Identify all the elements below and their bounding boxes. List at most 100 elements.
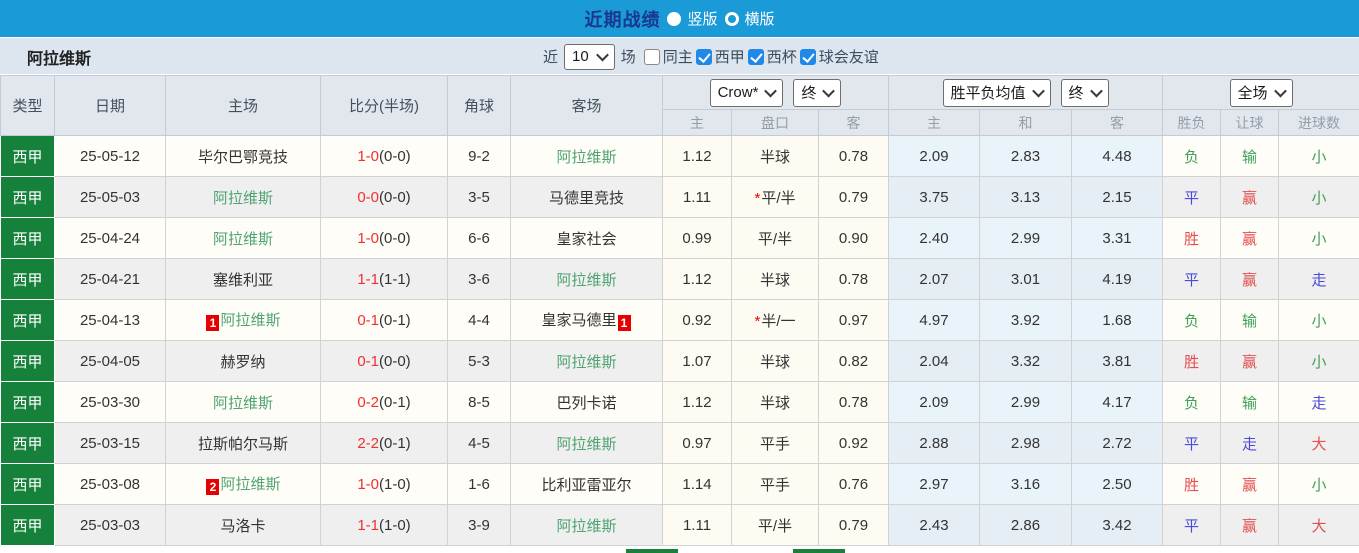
odds-stage-select[interactable]: 终	[793, 78, 842, 107]
team-name-text: 巴列卡诺	[556, 394, 617, 412]
outcome-text: 胜	[1184, 476, 1200, 494]
results-body: 西甲 25-05-12 毕尔巴鄂竞技 1-0(0-0) 9-2 阿拉维斯 1.12 半球 0.7…	[0, 135, 1359, 546]
avg-odds-header-group: 胜平负均值 终	[888, 75, 1164, 110]
avg-home-cell: 2.04	[888, 340, 981, 382]
filter-checkbox-西杯[interactable]	[747, 48, 764, 65]
period-select[interactable]: 全场	[1229, 78, 1293, 107]
asian-odds-header-group: Crow* 终	[661, 75, 890, 110]
league-label: 西甲	[12, 353, 43, 371]
team-name-text: 阿拉维斯	[556, 148, 617, 166]
odds-away-cell: 0.90	[817, 217, 890, 259]
partial-button-sliver[interactable]	[793, 549, 845, 553]
filter-checkbox-西甲[interactable]	[695, 48, 712, 65]
halftime-score: (0-1)	[379, 311, 411, 329]
odds-home-cell: 1.14	[662, 463, 732, 505]
chevron-down-icon	[1089, 84, 1103, 98]
odds-home-cell: 0.99	[662, 217, 732, 259]
filter-checkbox-同主[interactable]	[643, 48, 660, 65]
odds-source-value: Crow*	[717, 84, 759, 101]
league-cell: 西甲	[0, 504, 55, 546]
halftime-score: (1-0)	[379, 516, 411, 534]
outcome-cell: 平	[1162, 258, 1222, 300]
avg-away-cell: 4.19	[1071, 258, 1164, 300]
avg-draw-cell: 3.16	[979, 463, 1073, 505]
filter-checkbox-label: 西杯	[766, 49, 797, 66]
avg-draw-cell: 3.01	[979, 258, 1073, 300]
table-row: 西甲 25-05-03 阿拉维斯 0-0(0-0) 3-5 马德里竞技 1.11 *平/半 0.…	[0, 176, 1359, 218]
fulltime-score: 1-1	[357, 516, 379, 534]
team-name-text: 阿拉维斯	[212, 230, 273, 248]
partial-button-sliver[interactable]	[626, 549, 678, 553]
date-cell: 25-03-15	[54, 422, 166, 464]
col-header-away: 客场	[510, 75, 663, 136]
avg-stage-select[interactable]: 终	[1060, 78, 1109, 107]
topbar: 近期战绩 竖版 横版	[0, 0, 1359, 38]
team-name-text: 赫罗纳	[220, 353, 266, 371]
recent-count-select[interactable]: 10	[564, 43, 615, 70]
handicap-result-text: 走	[1242, 435, 1258, 453]
league-label: 西甲	[12, 312, 43, 330]
team-name-text: 阿拉维斯	[220, 312, 281, 329]
red-card-badge: 1	[617, 315, 631, 331]
date-cell: 25-03-03	[54, 504, 166, 546]
filter-checkbox-球会友谊[interactable]	[799, 48, 816, 65]
avg-home-cell: 2.88	[888, 422, 981, 464]
league-label: 西甲	[12, 148, 43, 166]
odds-away-cell: 0.79	[817, 504, 890, 546]
avg-stage-value: 终	[1068, 85, 1084, 102]
goals-result-cell: 小	[1278, 135, 1359, 177]
league-label: 西甲	[12, 189, 43, 207]
handicap-result-text: 赢	[1242, 353, 1258, 371]
date-cell: 25-04-21	[54, 258, 166, 300]
outcome-text: 负	[1184, 312, 1200, 330]
fulltime-score: 0-1	[357, 352, 379, 370]
filter-group: 近 10 场 同主 西甲 西杯 球会友谊	[543, 38, 879, 75]
date-cell: 25-03-30	[54, 381, 166, 423]
date-cell: 25-05-12	[54, 135, 166, 177]
home-team-cell: 马洛卡	[165, 504, 321, 546]
filter-checkboxes: 同主 西甲 西杯 球会友谊	[643, 46, 879, 67]
league-label: 西甲	[12, 517, 43, 535]
date-cell: 25-03-08	[54, 463, 166, 505]
avg-odds-select[interactable]: 胜平负均值	[942, 78, 1051, 107]
date-cell: 25-05-03	[54, 176, 166, 218]
fulltime-score: 1-1	[357, 270, 379, 288]
halftime-score: (0-0)	[379, 229, 411, 247]
avg-home-cell: 2.09	[888, 381, 981, 423]
league-cell: 西甲	[0, 135, 55, 177]
goals-result-cell: 大	[1278, 504, 1359, 546]
score-cell: 1-0(0-0)	[320, 135, 448, 177]
league-cell: 西甲	[0, 217, 55, 259]
layout-radio-horizontal[interactable]: 横版	[724, 8, 775, 29]
odds-home-cell: 1.11	[662, 504, 732, 546]
chevron-down-icon	[764, 84, 778, 98]
handicap-result-text: 赢	[1242, 476, 1258, 494]
fulltime-score: 1-0	[357, 229, 379, 247]
radio-unselected-icon	[724, 11, 739, 26]
team-name-text: 毕尔巴鄂竞技	[197, 148, 288, 166]
away-team-cell: 阿拉维斯	[510, 340, 663, 382]
handicap-result-cell: 赢	[1220, 176, 1280, 218]
halftime-score: (0-1)	[379, 393, 411, 411]
avg-away-cell: 3.42	[1071, 504, 1164, 546]
recent-label: 近	[543, 49, 559, 66]
halftime-score: (1-0)	[379, 475, 411, 493]
goals-result-text: 小	[1311, 353, 1327, 371]
handicap-cell: 平/半	[731, 504, 819, 546]
score-cell: 0-1(0-1)	[320, 299, 448, 341]
layout-radio-vertical[interactable]: 竖版	[667, 8, 718, 29]
outcome-text: 胜	[1184, 353, 1200, 371]
goals-result-text: 小	[1311, 189, 1327, 207]
away-team-cell: 阿拉维斯	[510, 504, 663, 546]
handicap-cell: *平/半	[731, 176, 819, 218]
table-row: 西甲 25-04-05 赫罗纳 0-1(0-0) 5-3 阿拉维斯 1.07 半球 0.82 2.…	[0, 340, 1359, 382]
league-cell: 西甲	[0, 463, 55, 505]
filter-bar: 阿拉维斯 近 10 场 同主 西甲 西杯 球会友谊	[0, 38, 1359, 75]
outcome-cell: 平	[1162, 176, 1222, 218]
corners-cell: 5-3	[447, 340, 511, 382]
avg-away-cell: 4.48	[1071, 135, 1164, 177]
odds-source-select[interactable]: Crow*	[709, 78, 784, 107]
outcome-cell: 负	[1162, 299, 1222, 341]
team-name: 阿拉维斯	[27, 50, 92, 68]
odds-home-cell: 0.97	[662, 422, 732, 464]
